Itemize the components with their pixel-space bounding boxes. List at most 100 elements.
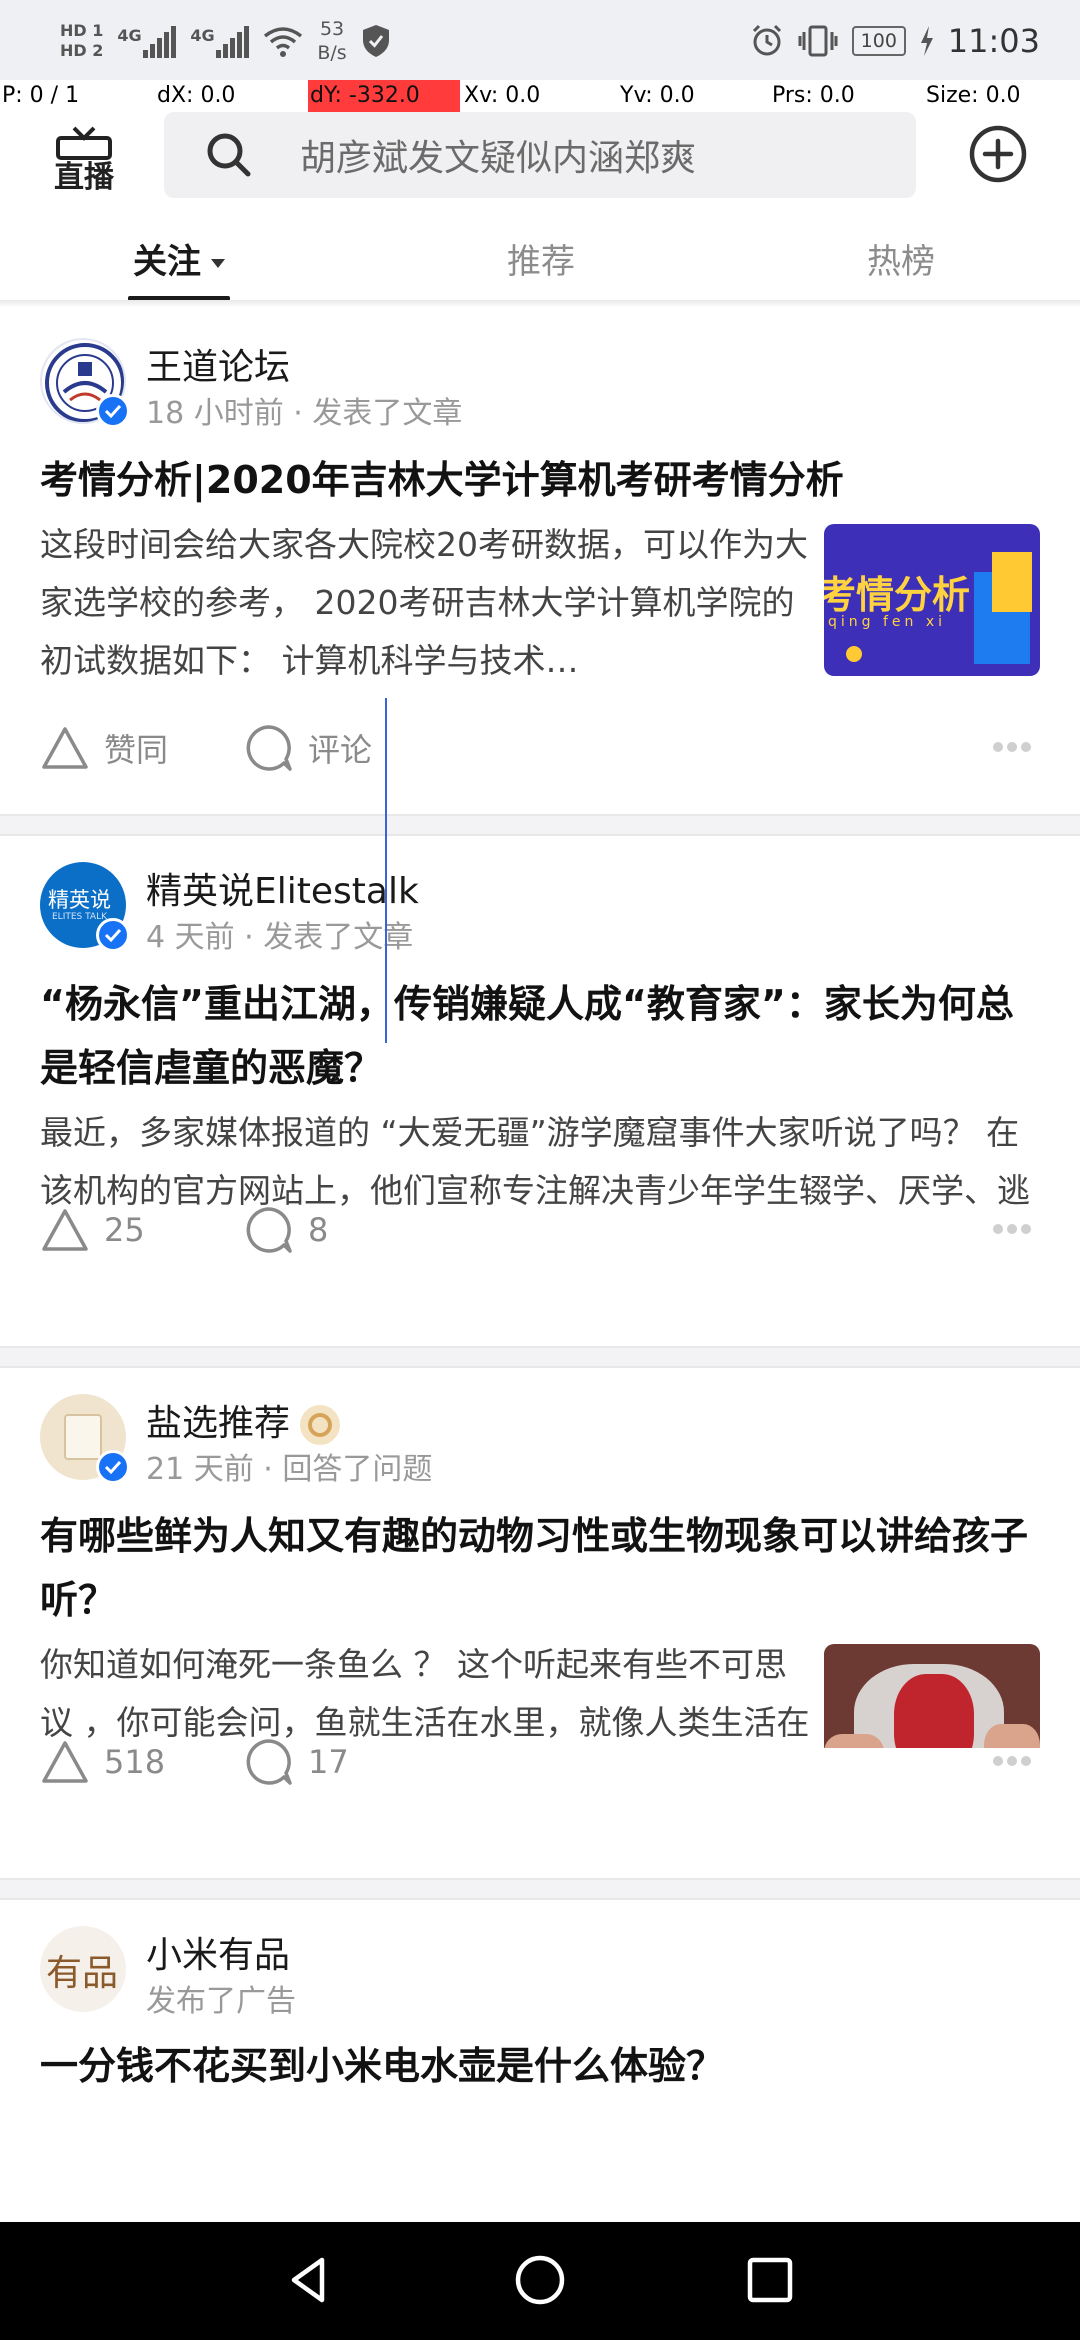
avatar-subtext: ELITES TALK: [52, 912, 107, 922]
author-name[interactable]: 小米有品: [146, 1926, 290, 1978]
upvote-button[interactable]: 25: [40, 1200, 145, 1260]
post-meta: 4 天前 · 发表了文章: [146, 920, 414, 955]
crown-badge-icon: [300, 1405, 341, 1445]
status-bar-left: HD 1 HD 2 4G 4G 53 B/s: [60, 8, 391, 74]
shield-icon: [362, 25, 389, 57]
net-speed-value: 53: [319, 18, 345, 40]
avatar[interactable]: 有品: [40, 1926, 126, 2012]
post-actions: 25 8: [40, 1200, 1040, 1260]
sim1-label: 4G: [117, 26, 142, 45]
more-icon[interactable]: [992, 740, 1032, 754]
post-actions: 518 17: [40, 1732, 1040, 1792]
verified-icon: [96, 394, 130, 428]
feed-card[interactable]: 精英说 ELITES TALK 精英说Elitestalk 4 天前 · 发表了…: [0, 836, 1080, 1268]
wifi-icon: [264, 27, 303, 57]
live-label: 直播: [54, 160, 114, 195]
debug-size: Size: 0.0: [926, 83, 1021, 108]
network-speed: 53 B/s: [317, 17, 346, 65]
net-speed-unit: B/s: [317, 42, 347, 64]
post-meta: 18 小时前 · 发表了文章: [146, 396, 463, 431]
upvote-count: 518: [104, 1743, 166, 1781]
tab-following[interactable]: 关注: [128, 222, 230, 302]
sim2-label: 4G: [190, 26, 215, 45]
tab-hot-list[interactable]: 热榜: [850, 222, 952, 302]
post-meta: 发布了广告: [146, 1984, 296, 2019]
document-icon: [64, 1414, 102, 1460]
avatar-text: 有品: [46, 1953, 119, 1994]
feed-card[interactable]: 盐选推荐 21 天前 · 回答了问题 有哪些鲜为人知又有趣的动物习性或生物现象可…: [0, 1368, 1080, 1800]
comment-button[interactable]: 17: [244, 1732, 349, 1792]
post-title[interactable]: 一分钱不花买到小米电水壶是什么体验？: [40, 2034, 1040, 2098]
post-title[interactable]: “杨永信”重出江湖，传销嫌疑人成“教育家”：家长为何总是轻信虐童的恶魔？: [40, 972, 1040, 1100]
recents-icon[interactable]: [742, 2252, 798, 2308]
card-separator: [0, 1878, 1080, 1900]
feed-card-ad[interactable]: 有品 小米有品 发布了广告 一分钱不花买到小米电水壶是什么体验？: [0, 1900, 1080, 2100]
status-bar: HD 1 HD 2 4G 4G 53 B/s 100 11:03: [0, 0, 1080, 80]
thumbnail-dot-graphic: [846, 646, 862, 662]
thumbnail-cube-graphic: [992, 552, 1032, 612]
verified-icon: [96, 918, 130, 952]
live-button[interactable]: 直播: [48, 124, 120, 202]
debug-pressure: Prs: 0.0: [772, 83, 855, 108]
upvote-icon: [42, 727, 88, 769]
debug-xv: Xv: 0.0: [464, 83, 541, 108]
avatar-text: 精英说: [48, 888, 111, 912]
back-icon[interactable]: [282, 2252, 338, 2308]
more-icon[interactable]: [992, 1222, 1032, 1236]
comment-button[interactable]: 评论: [244, 718, 372, 778]
card-separator: [0, 1346, 1080, 1368]
comment-count: 8: [308, 1211, 329, 1249]
tab-recommend[interactable]: 推荐: [490, 222, 592, 302]
post-excerpt[interactable]: 这段时间会给大家各大院校20考研数据，可以作为大家选学校的参考， 2020考研吉…: [40, 516, 810, 690]
search-icon: [207, 133, 251, 177]
pointer-trace-line: [385, 698, 387, 1043]
author-name[interactable]: 盐选推荐: [146, 1394, 341, 1446]
signal-sim2-icon: 4G: [190, 24, 250, 58]
post-title[interactable]: 考情分析|2020年吉林大学计算机考研考情分析: [40, 448, 1040, 512]
search-bar[interactable]: 胡彦斌发文疑似内涵郑爽: [164, 112, 916, 198]
comment-icon: [246, 1739, 292, 1785]
tab-recommend-label: 推荐: [507, 242, 575, 282]
app-header: 直播 胡彦斌发文疑似内涵郑爽 关注 推荐 热榜: [0, 112, 1080, 302]
status-time: 11:03: [947, 22, 1040, 60]
author-name-text: 盐选推荐: [146, 1403, 291, 1444]
post-thumbnail[interactable]: 考情分析 qing fen xi: [824, 524, 1040, 676]
comment-icon: [246, 1207, 292, 1253]
search-placeholder: 胡彦斌发文疑似内涵郑爽: [300, 138, 697, 179]
debug-dy: dY: -332.0: [308, 80, 460, 112]
hd-indicator: HD 1 HD 2: [60, 21, 103, 61]
upvote-button[interactable]: 赞同: [40, 718, 168, 778]
author-name[interactable]: 王道论坛: [146, 338, 290, 390]
signal-sim1-icon: 4G: [117, 24, 177, 58]
upvote-icon: [42, 1741, 88, 1783]
hd1-label: HD 1: [60, 21, 104, 40]
post-actions: 赞同 评论: [40, 718, 1040, 778]
debug-yv: Yv: 0.0: [620, 83, 695, 108]
add-circle-icon[interactable]: [968, 124, 1028, 184]
caret-down-icon: [211, 259, 225, 268]
live-tv-icon: [56, 126, 112, 160]
comment-button[interactable]: 8: [244, 1200, 328, 1260]
vibrate-icon: [798, 25, 838, 57]
post-title[interactable]: 有哪些鲜为人知又有趣的动物习性或生物现象可以讲给孩子听？: [40, 1504, 1040, 1632]
card-separator: [0, 814, 1080, 836]
more-icon[interactable]: [992, 1754, 1032, 1768]
tab-hot-list-label: 热榜: [867, 242, 935, 282]
feed-card[interactable]: 王道论坛 18 小时前 · 发表了文章 考情分析|2020年吉林大学计算机考研考…: [0, 306, 1080, 814]
upvote-icon: [42, 1209, 88, 1251]
upvote-button[interactable]: 518: [40, 1732, 165, 1792]
feed-card-actions-row: 25 8: [0, 1207, 1080, 1346]
home-icon[interactable]: [512, 2252, 568, 2308]
post-meta: 21 天前 · 回答了问题: [146, 1452, 433, 1487]
alarm-icon: [752, 24, 781, 56]
status-bar-right: 100 11:03: [750, 8, 1040, 74]
thumbnail-subcaption: qing fen xi: [828, 614, 947, 630]
verified-icon: [96, 1450, 130, 1484]
battery-level: 100: [860, 30, 897, 52]
debug-pointer-count: P: 0 / 1: [2, 83, 80, 108]
author-name[interactable]: 精英说Elitestalk: [146, 862, 419, 914]
system-nav-bar: [0, 2222, 1080, 2340]
feed-list: 王道论坛 18 小时前 · 发表了文章 考情分析|2020年吉林大学计算机考研考…: [0, 306, 1080, 2100]
upvote-count: 25: [104, 1211, 145, 1249]
thumbnail-caption: 考情分析: [824, 573, 971, 617]
